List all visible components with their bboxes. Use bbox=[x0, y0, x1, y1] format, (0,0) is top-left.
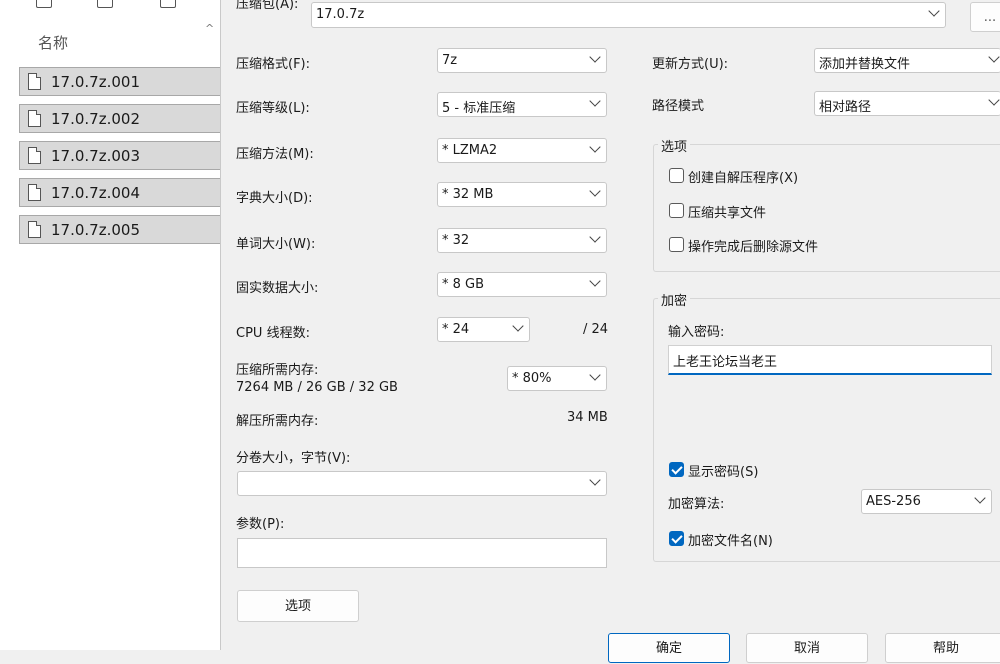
add-to-archive-dialog: 压缩包(A): 17.0.7z ... 压缩格式(F): 7z 压缩等级(L):… bbox=[220, 0, 1000, 663]
chevron-down-icon bbox=[589, 369, 601, 381]
volume-label: 分卷大小，字节(V): bbox=[236, 451, 351, 466]
encrypt-names-checkbox[interactable] bbox=[669, 531, 684, 546]
password-input[interactable]: 上老王论坛当老王 bbox=[668, 345, 992, 375]
sort-caret-icon: ^ bbox=[205, 22, 215, 35]
level-value: 5 - 标准压缩 bbox=[442, 101, 516, 116]
file-row[interactable]: 17.0.7z.005 bbox=[19, 215, 224, 244]
threads-label: CPU 线程数: bbox=[236, 326, 310, 341]
level-label: 压缩等级(L): bbox=[236, 101, 310, 116]
mem-decomp-label: 解压所需内存: bbox=[236, 414, 319, 429]
params-label: 参数(P): bbox=[236, 517, 285, 532]
password-value: 上老王论坛当老王 bbox=[673, 355, 778, 370]
level-select[interactable]: 5 - 标准压缩 bbox=[437, 92, 607, 117]
enc-method-value: AES-256 bbox=[866, 494, 921, 509]
dict-value: * 32 MB bbox=[442, 187, 494, 202]
mem-decomp-value: 34 MB bbox=[567, 410, 608, 425]
chevron-down-icon bbox=[589, 275, 601, 287]
shared-files-checkbox[interactable] bbox=[669, 203, 684, 218]
threads-max: / 24 bbox=[583, 322, 609, 337]
encrypt-names-label[interactable]: 加密文件名(N) bbox=[688, 530, 773, 549]
toolbar-icon[interactable] bbox=[36, 0, 52, 8]
enc-method-label: 加密算法: bbox=[668, 497, 725, 512]
chevron-down-icon bbox=[589, 185, 601, 197]
file-name: 17.0.7z.001 bbox=[51, 73, 140, 91]
solid-value: * 8 GB bbox=[442, 277, 485, 292]
mem-usage-select[interactable]: * 80% bbox=[507, 366, 607, 391]
ok-button[interactable]: 确定 bbox=[608, 633, 730, 663]
file-icon bbox=[28, 147, 41, 164]
params-input[interactable] bbox=[237, 538, 607, 568]
file-icon bbox=[28, 73, 41, 90]
chevron-down-icon bbox=[988, 94, 1000, 106]
path-mode-select[interactable]: 相对路径 bbox=[814, 91, 1000, 116]
word-select[interactable]: * 32 bbox=[437, 228, 607, 253]
password-label: 输入密码: bbox=[668, 325, 725, 340]
chevron-down-icon bbox=[589, 95, 601, 107]
path-mode-value: 相对路径 bbox=[819, 100, 872, 115]
word-value: * 32 bbox=[442, 233, 470, 248]
format-value: 7z bbox=[442, 53, 458, 68]
toolbar-icon[interactable] bbox=[160, 0, 176, 8]
column-header-name[interactable]: 名称 bbox=[38, 32, 68, 53]
browse-button[interactable]: ... bbox=[970, 2, 1000, 32]
enc-method-select[interactable]: AES-256 bbox=[861, 489, 992, 514]
explorer-panel: 名称 ^ 17.0.7z.001 17.0.7z.002 17.0.7z.003… bbox=[0, 0, 224, 650]
sfx-checkbox[interactable] bbox=[669, 168, 684, 183]
threads-value: * 24 bbox=[442, 322, 470, 337]
volume-size-combo[interactable] bbox=[237, 471, 607, 496]
format-select[interactable]: 7z bbox=[437, 48, 607, 73]
options-group-title: 选项 bbox=[658, 136, 691, 155]
file-icon bbox=[28, 110, 41, 127]
file-row[interactable]: 17.0.7z.004 bbox=[19, 178, 224, 207]
show-password-label[interactable]: 显示密码(S) bbox=[688, 461, 758, 480]
mem-comp-detail: 7264 MB / 26 GB / 32 GB bbox=[236, 380, 398, 395]
cancel-button[interactable]: 取消 bbox=[746, 633, 868, 663]
method-label: 压缩方法(M): bbox=[236, 147, 314, 162]
delete-after-checkbox[interactable] bbox=[669, 237, 684, 252]
solid-select[interactable]: * 8 GB bbox=[437, 272, 607, 297]
options-button[interactable]: 选项 bbox=[237, 590, 359, 622]
sfx-label[interactable]: 创建自解压程序(X) bbox=[688, 167, 798, 186]
update-label: 更新方式(U): bbox=[652, 57, 729, 72]
encryption-group-title: 加密 bbox=[658, 290, 691, 309]
chevron-down-icon bbox=[988, 51, 1000, 63]
format-label: 压缩格式(F): bbox=[236, 57, 311, 72]
help-button[interactable]: 帮助 bbox=[885, 633, 1000, 663]
chevron-down-icon bbox=[589, 474, 601, 486]
show-password-checkbox[interactable] bbox=[669, 462, 684, 477]
chevron-down-icon bbox=[928, 5, 940, 17]
update-select[interactable]: 添加并替换文件 bbox=[814, 48, 1000, 73]
file-row[interactable]: 17.0.7z.003 bbox=[19, 141, 224, 170]
update-value: 添加并替换文件 bbox=[819, 57, 911, 72]
file-name: 17.0.7z.002 bbox=[51, 110, 140, 128]
dict-select[interactable]: * 32 MB bbox=[437, 182, 607, 207]
chevron-down-icon bbox=[589, 51, 601, 63]
toolbar-icon[interactable] bbox=[97, 0, 113, 8]
dict-label: 字典大小(D): bbox=[236, 191, 313, 206]
chevron-down-icon bbox=[589, 141, 601, 153]
chevron-down-icon bbox=[589, 231, 601, 243]
archive-label: 压缩包(A): bbox=[236, 0, 299, 12]
delete-after-label[interactable]: 操作完成后删除源文件 bbox=[688, 236, 818, 255]
file-icon bbox=[28, 221, 41, 238]
chevron-down-icon bbox=[974, 492, 986, 504]
mem-comp-label: 压缩所需内存: bbox=[236, 363, 319, 378]
threads-select[interactable]: * 24 bbox=[437, 317, 530, 342]
archive-path-combo[interactable]: 17.0.7z bbox=[311, 2, 946, 28]
file-name: 17.0.7z.003 bbox=[51, 147, 140, 165]
file-icon bbox=[28, 184, 41, 201]
chevron-down-icon bbox=[512, 320, 524, 332]
word-label: 单词大小(W): bbox=[236, 237, 316, 252]
method-value: * LZMA2 bbox=[442, 143, 498, 158]
solid-label: 固实数据大小: bbox=[236, 281, 319, 296]
path-mode-label: 路径模式 bbox=[652, 99, 705, 114]
shared-files-label[interactable]: 压缩共享文件 bbox=[688, 202, 766, 221]
file-row[interactable]: 17.0.7z.002 bbox=[19, 104, 224, 133]
file-name: 17.0.7z.005 bbox=[51, 221, 140, 239]
file-row[interactable]: 17.0.7z.001 bbox=[19, 67, 224, 96]
archive-path-value: 17.0.7z bbox=[316, 7, 365, 22]
method-select[interactable]: * LZMA2 bbox=[437, 138, 607, 163]
file-name: 17.0.7z.004 bbox=[51, 184, 140, 202]
mem-usage-value: * 80% bbox=[512, 371, 552, 386]
